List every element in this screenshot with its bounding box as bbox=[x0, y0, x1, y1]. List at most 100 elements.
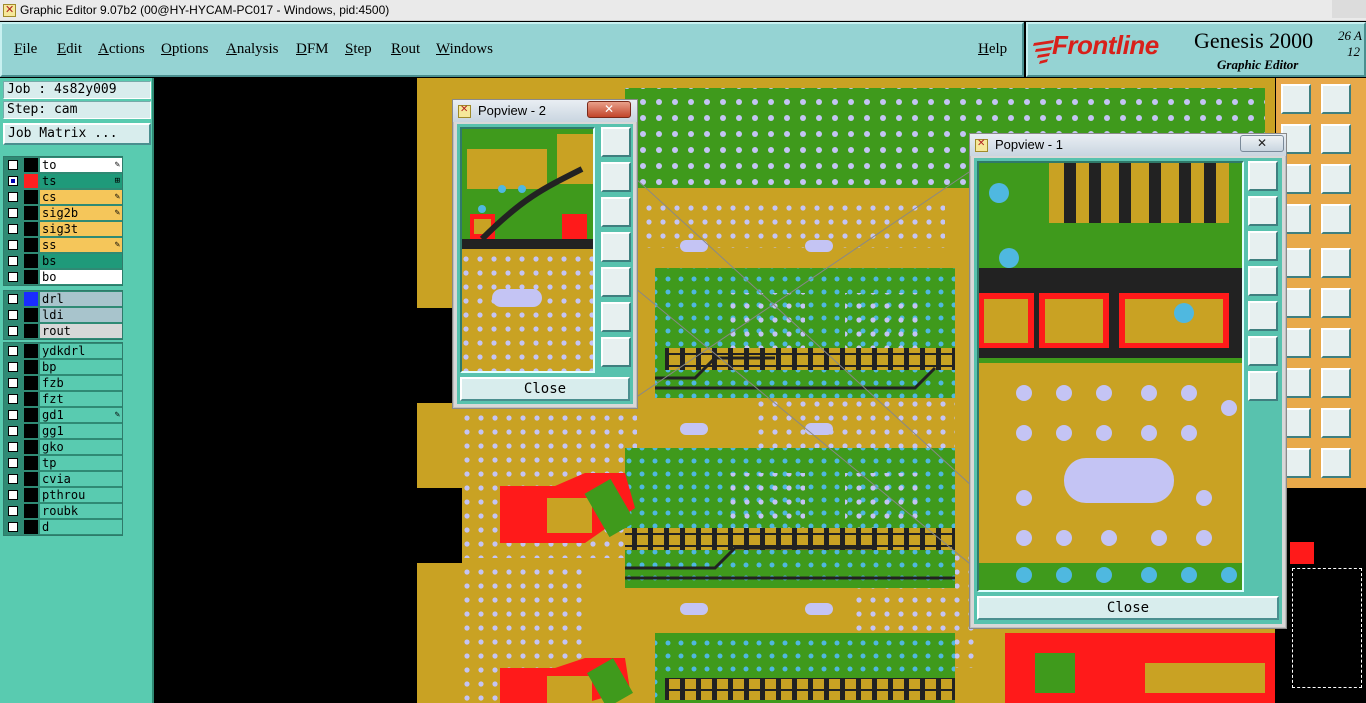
layer-row[interactable]: fzb bbox=[4, 375, 122, 391]
popview-1-up-icon[interactable] bbox=[1248, 196, 1278, 226]
layer-checkbox[interactable] bbox=[8, 256, 18, 266]
menu-dfm[interactable]: DFM bbox=[296, 41, 329, 58]
popview-1-close-icon[interactable]: ✕ bbox=[1240, 135, 1284, 152]
popview-2-down-icon[interactable] bbox=[601, 197, 631, 227]
layer-name[interactable]: tp bbox=[40, 456, 122, 470]
layer-row[interactable]: cvia bbox=[4, 471, 122, 487]
layer-color-swatch[interactable] bbox=[24, 456, 38, 470]
move-right-tool-icon[interactable] bbox=[1321, 124, 1351, 154]
layer-color-swatch[interactable] bbox=[24, 408, 38, 422]
cross-tool-icon[interactable] bbox=[1321, 288, 1351, 318]
layer-row[interactable]: ts ⊞ bbox=[4, 173, 122, 189]
popview-2-zoom-icon[interactable] bbox=[601, 127, 631, 157]
popview-2-window[interactable]: Popview - 2 ✕ bbox=[452, 99, 638, 409]
layer-row[interactable]: bo bbox=[4, 269, 122, 285]
layer-checkbox[interactable] bbox=[8, 474, 18, 484]
layer-row[interactable]: sig2b ✎ bbox=[4, 205, 122, 221]
layer-row[interactable]: roubk bbox=[4, 503, 122, 519]
layer-name[interactable]: bo bbox=[40, 270, 122, 284]
popview-2-titlebar[interactable]: Popview - 2 ✕ bbox=[453, 100, 637, 122]
layer-row[interactable]: d bbox=[4, 519, 122, 535]
layer-name[interactable]: sig2b ✎ bbox=[40, 206, 122, 220]
popview-2-left-icon[interactable] bbox=[601, 232, 631, 262]
layer-row[interactable]: gko bbox=[4, 439, 122, 455]
job-matrix-button[interactable]: Job Matrix ... bbox=[3, 123, 151, 145]
menu-rout[interactable]: Rout bbox=[391, 41, 420, 58]
layer-checkbox[interactable] bbox=[8, 176, 18, 186]
layer-checkbox[interactable] bbox=[8, 442, 18, 452]
layer-color-swatch[interactable] bbox=[24, 206, 38, 220]
layer-color-swatch[interactable] bbox=[24, 472, 38, 486]
layer-row[interactable]: drl bbox=[4, 291, 122, 307]
move-up-tool-icon[interactable] bbox=[1281, 84, 1311, 114]
minus-tool-icon[interactable] bbox=[1321, 368, 1351, 398]
menu-edit[interactable]: Edit bbox=[57, 41, 82, 58]
layer-checkbox[interactable] bbox=[8, 506, 18, 516]
layer-row[interactable]: bp bbox=[4, 359, 122, 375]
layer-color-swatch[interactable] bbox=[24, 360, 38, 374]
warning-tool-icon[interactable] bbox=[1321, 408, 1351, 438]
layer-checkbox[interactable] bbox=[8, 310, 18, 320]
layer-name[interactable]: roubk bbox=[40, 504, 122, 518]
popview-2-fit-icon[interactable] bbox=[601, 302, 631, 332]
layer-color-swatch[interactable] bbox=[24, 292, 38, 306]
layer-checkbox[interactable] bbox=[8, 426, 18, 436]
menu-options[interactable]: Options bbox=[161, 41, 209, 58]
move-down-tool-icon[interactable] bbox=[1321, 84, 1351, 114]
layer-name[interactable]: ts ⊞ bbox=[40, 174, 122, 188]
layer-name[interactable]: ldi bbox=[40, 308, 122, 322]
layer-name[interactable]: bp bbox=[40, 360, 122, 374]
layer-color-swatch[interactable] bbox=[24, 190, 38, 204]
layer-checkbox[interactable] bbox=[8, 224, 18, 234]
layer-color-swatch[interactable] bbox=[24, 254, 38, 268]
select-tool-icon[interactable] bbox=[1321, 448, 1351, 478]
layer-checkbox[interactable] bbox=[8, 458, 18, 468]
menu-actions[interactable]: Actions bbox=[98, 41, 145, 58]
popview-1-image[interactable] bbox=[977, 161, 1244, 592]
popview-1-zoom-icon[interactable] bbox=[1248, 161, 1278, 191]
layer-checkbox[interactable] bbox=[8, 394, 18, 404]
layer-row[interactable]: fzt bbox=[4, 391, 122, 407]
layer-checkbox[interactable] bbox=[8, 362, 18, 372]
layer-color-swatch[interactable] bbox=[24, 174, 38, 188]
layer-name[interactable]: fzt bbox=[40, 392, 122, 406]
popview-2-close-button[interactable]: Close bbox=[460, 377, 630, 401]
popview-2-right-icon[interactable] bbox=[601, 267, 631, 297]
layer-checkbox[interactable] bbox=[8, 490, 18, 500]
layer-color-swatch[interactable] bbox=[24, 308, 38, 322]
layer-color-swatch[interactable] bbox=[24, 270, 38, 284]
layer-checkbox[interactable] bbox=[8, 378, 18, 388]
layer-name[interactable]: rout bbox=[40, 324, 122, 338]
layer-name[interactable]: ydkdrl bbox=[40, 344, 122, 358]
layer-row[interactable]: sig3t bbox=[4, 221, 122, 237]
layer-checkbox[interactable] bbox=[8, 346, 18, 356]
layer-name[interactable]: gd1 ✎ bbox=[40, 408, 122, 422]
popview-2-close-icon[interactable]: ✕ bbox=[587, 101, 631, 118]
popview-2-up-icon[interactable] bbox=[601, 162, 631, 192]
layer-color-swatch[interactable] bbox=[24, 222, 38, 236]
layer-name[interactable]: gg1 bbox=[40, 424, 122, 438]
layer-checkbox[interactable] bbox=[8, 272, 18, 282]
layer-row[interactable]: bs bbox=[4, 253, 122, 269]
layer-checkbox[interactable] bbox=[8, 208, 18, 218]
layer-row[interactable]: pthrou bbox=[4, 487, 122, 503]
layer-row[interactable]: ydkdrl bbox=[4, 343, 122, 359]
menu-step[interactable]: Step bbox=[345, 41, 372, 58]
layer-checkbox[interactable] bbox=[8, 410, 18, 420]
pan-tool-icon[interactable] bbox=[1321, 164, 1351, 194]
layer-name[interactable]: sig3t bbox=[40, 222, 122, 236]
layer-row[interactable]: tp bbox=[4, 455, 122, 471]
layer-color-swatch[interactable] bbox=[24, 238, 38, 252]
layer-name[interactable]: ss ✎ bbox=[40, 238, 122, 252]
menu-windows[interactable]: Windows bbox=[436, 41, 493, 58]
layer-name[interactable]: cvia bbox=[40, 472, 122, 486]
window-control-button[interactable] bbox=[1332, 0, 1366, 18]
layer-color-swatch[interactable] bbox=[24, 344, 38, 358]
layer-color-swatch[interactable] bbox=[24, 520, 38, 534]
popview-1-right-icon[interactable] bbox=[1248, 301, 1278, 331]
popview-1-close-button[interactable]: Close bbox=[977, 596, 1279, 620]
layer-checkbox[interactable] bbox=[8, 326, 18, 336]
menu-help[interactable]: Help bbox=[978, 41, 1007, 58]
menu-file[interactable]: File bbox=[14, 41, 37, 58]
layer-row[interactable]: rout bbox=[4, 323, 122, 339]
